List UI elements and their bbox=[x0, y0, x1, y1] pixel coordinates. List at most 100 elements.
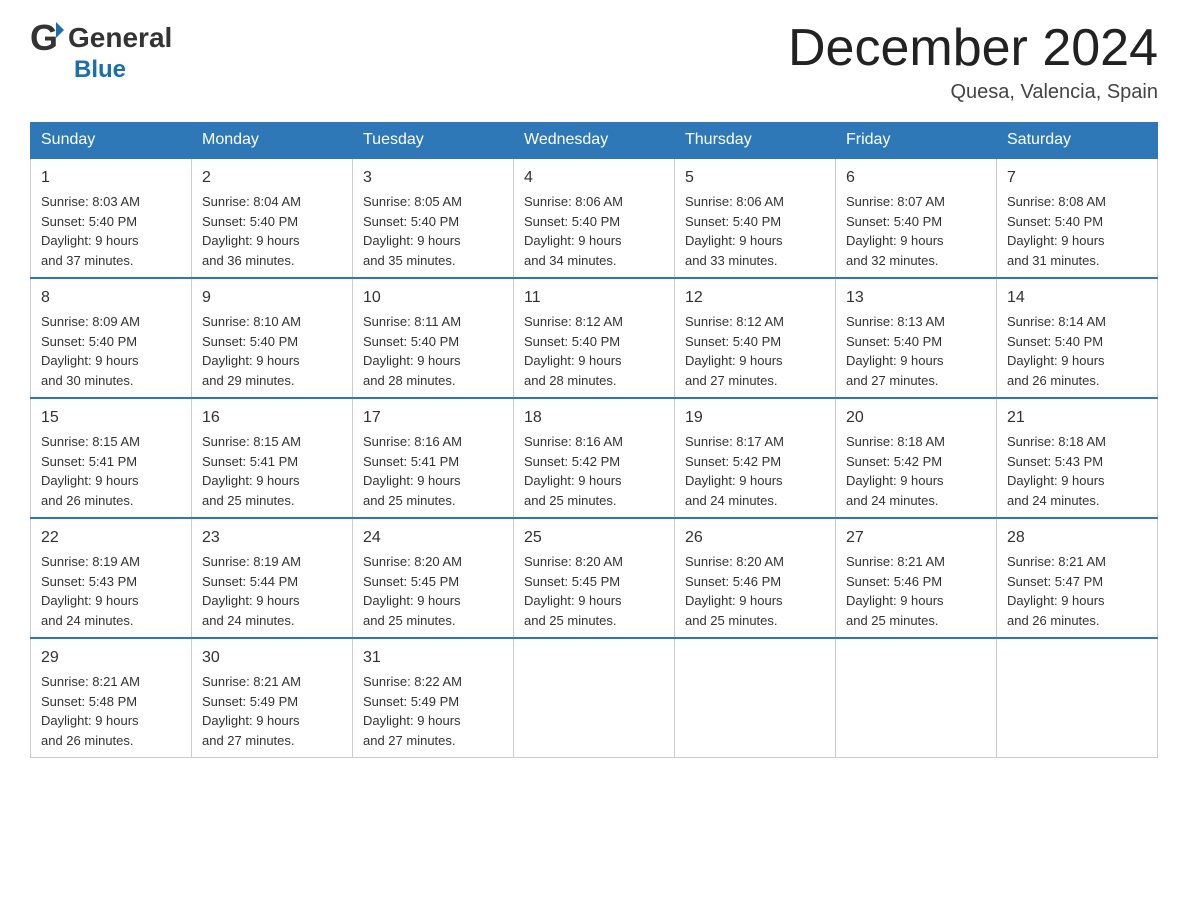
day-number: 22 bbox=[41, 526, 181, 550]
day-info-line: Sunset: 5:42 PM bbox=[685, 452, 825, 472]
day-info-line: Sunset: 5:43 PM bbox=[1007, 452, 1147, 472]
day-cell-3: 3Sunrise: 8:05 AMSunset: 5:40 PMDaylight… bbox=[353, 158, 514, 278]
day-cell-13: 13Sunrise: 8:13 AMSunset: 5:40 PMDayligh… bbox=[836, 278, 997, 398]
day-info-line: Daylight: 9 hours bbox=[41, 471, 181, 491]
day-info-line: Sunrise: 8:05 AM bbox=[363, 192, 503, 212]
day-number: 5 bbox=[685, 166, 825, 190]
day-info-line: and 24 minutes. bbox=[1007, 491, 1147, 511]
day-info-line: Sunset: 5:43 PM bbox=[41, 572, 181, 592]
day-cell-4: 4Sunrise: 8:06 AMSunset: 5:40 PMDaylight… bbox=[514, 158, 675, 278]
day-cell-10: 10Sunrise: 8:11 AMSunset: 5:40 PMDayligh… bbox=[353, 278, 514, 398]
day-info-line: Sunset: 5:40 PM bbox=[1007, 332, 1147, 352]
header-cell-thursday: Thursday bbox=[675, 123, 836, 159]
day-info-line: Sunrise: 8:12 AM bbox=[685, 312, 825, 332]
empty-cell bbox=[997, 638, 1158, 758]
day-cell-7: 7Sunrise: 8:08 AMSunset: 5:40 PMDaylight… bbox=[997, 158, 1158, 278]
week-row-3: 15Sunrise: 8:15 AMSunset: 5:41 PMDayligh… bbox=[31, 398, 1158, 518]
day-info-line: Daylight: 9 hours bbox=[202, 471, 342, 491]
day-info-line: and 25 minutes. bbox=[846, 611, 986, 631]
day-info-line: and 27 minutes. bbox=[685, 371, 825, 391]
day-number: 9 bbox=[202, 286, 342, 310]
day-info-line: Sunrise: 8:21 AM bbox=[202, 672, 342, 692]
day-number: 2 bbox=[202, 166, 342, 190]
day-info-line: Sunset: 5:41 PM bbox=[41, 452, 181, 472]
day-number: 19 bbox=[685, 406, 825, 430]
day-cell-19: 19Sunrise: 8:17 AMSunset: 5:42 PMDayligh… bbox=[675, 398, 836, 518]
day-info-line: Sunrise: 8:18 AM bbox=[1007, 432, 1147, 452]
day-number: 24 bbox=[363, 526, 503, 550]
day-info-line: Sunrise: 8:21 AM bbox=[41, 672, 181, 692]
day-info-line: Daylight: 9 hours bbox=[41, 231, 181, 251]
logo-triangle-icon bbox=[56, 22, 64, 38]
header-cell-saturday: Saturday bbox=[997, 123, 1158, 159]
day-info-line: Daylight: 9 hours bbox=[846, 591, 986, 611]
day-info-line: and 27 minutes. bbox=[363, 731, 503, 751]
day-cell-11: 11Sunrise: 8:12 AMSunset: 5:40 PMDayligh… bbox=[514, 278, 675, 398]
day-cell-28: 28Sunrise: 8:21 AMSunset: 5:47 PMDayligh… bbox=[997, 518, 1158, 638]
day-info-line: Sunset: 5:49 PM bbox=[202, 692, 342, 712]
day-info-line: Sunrise: 8:20 AM bbox=[524, 552, 664, 572]
day-info-line: Sunset: 5:41 PM bbox=[363, 452, 503, 472]
day-info-line: Daylight: 9 hours bbox=[363, 591, 503, 611]
day-cell-20: 20Sunrise: 8:18 AMSunset: 5:42 PMDayligh… bbox=[836, 398, 997, 518]
day-info-line: and 35 minutes. bbox=[363, 251, 503, 271]
day-info-line: and 33 minutes. bbox=[685, 251, 825, 271]
day-number: 8 bbox=[41, 286, 181, 310]
day-info-line: Sunset: 5:40 PM bbox=[846, 212, 986, 232]
day-info-line: and 27 minutes. bbox=[202, 731, 342, 751]
day-info-line: Sunset: 5:49 PM bbox=[363, 692, 503, 712]
day-info-line: Sunrise: 8:07 AM bbox=[846, 192, 986, 212]
day-info-line: Daylight: 9 hours bbox=[524, 471, 664, 491]
day-cell-18: 18Sunrise: 8:16 AMSunset: 5:42 PMDayligh… bbox=[514, 398, 675, 518]
day-info-line: Daylight: 9 hours bbox=[846, 231, 986, 251]
day-number: 28 bbox=[1007, 526, 1147, 550]
day-info-line: Sunrise: 8:08 AM bbox=[1007, 192, 1147, 212]
calendar-header: SundayMondayTuesdayWednesdayThursdayFrid… bbox=[31, 123, 1158, 159]
day-info-line: Sunrise: 8:17 AM bbox=[685, 432, 825, 452]
empty-cell bbox=[514, 638, 675, 758]
day-number: 20 bbox=[846, 406, 986, 430]
empty-cell bbox=[675, 638, 836, 758]
day-info-line: Daylight: 9 hours bbox=[202, 591, 342, 611]
day-cell-21: 21Sunrise: 8:18 AMSunset: 5:43 PMDayligh… bbox=[997, 398, 1158, 518]
day-info-line: Sunset: 5:44 PM bbox=[202, 572, 342, 592]
day-cell-8: 8Sunrise: 8:09 AMSunset: 5:40 PMDaylight… bbox=[31, 278, 192, 398]
day-number: 10 bbox=[363, 286, 503, 310]
day-info-line: Sunrise: 8:04 AM bbox=[202, 192, 342, 212]
day-number: 6 bbox=[846, 166, 986, 190]
day-number: 27 bbox=[846, 526, 986, 550]
day-info-line: Sunrise: 8:15 AM bbox=[41, 432, 181, 452]
header-cell-wednesday: Wednesday bbox=[514, 123, 675, 159]
day-info-line: Sunrise: 8:18 AM bbox=[846, 432, 986, 452]
header-cell-monday: Monday bbox=[192, 123, 353, 159]
week-row-5: 29Sunrise: 8:21 AMSunset: 5:48 PMDayligh… bbox=[31, 638, 1158, 758]
day-info-line: and 26 minutes. bbox=[1007, 611, 1147, 631]
day-info-line: Sunrise: 8:20 AM bbox=[685, 552, 825, 572]
day-info-line: Sunrise: 8:13 AM bbox=[846, 312, 986, 332]
day-cell-2: 2Sunrise: 8:04 AMSunset: 5:40 PMDaylight… bbox=[192, 158, 353, 278]
day-info-line: Sunset: 5:45 PM bbox=[363, 572, 503, 592]
day-info-line: and 37 minutes. bbox=[41, 251, 181, 271]
day-info-line: Sunrise: 8:21 AM bbox=[1007, 552, 1147, 572]
day-info-line: Daylight: 9 hours bbox=[685, 231, 825, 251]
day-cell-26: 26Sunrise: 8:20 AMSunset: 5:46 PMDayligh… bbox=[675, 518, 836, 638]
day-info-line: Sunrise: 8:19 AM bbox=[41, 552, 181, 572]
day-info-line: and 32 minutes. bbox=[846, 251, 986, 271]
day-cell-6: 6Sunrise: 8:07 AMSunset: 5:40 PMDaylight… bbox=[836, 158, 997, 278]
header-cell-tuesday: Tuesday bbox=[353, 123, 514, 159]
day-info-line: Daylight: 9 hours bbox=[363, 711, 503, 731]
day-info-line: Sunset: 5:40 PM bbox=[846, 332, 986, 352]
day-info-line: Daylight: 9 hours bbox=[524, 351, 664, 371]
week-row-2: 8Sunrise: 8:09 AMSunset: 5:40 PMDaylight… bbox=[31, 278, 1158, 398]
day-info-line: Daylight: 9 hours bbox=[1007, 471, 1147, 491]
day-info-line: Sunrise: 8:10 AM bbox=[202, 312, 342, 332]
day-info-line: and 25 minutes. bbox=[363, 611, 503, 631]
day-cell-15: 15Sunrise: 8:15 AMSunset: 5:41 PMDayligh… bbox=[31, 398, 192, 518]
day-number: 23 bbox=[202, 526, 342, 550]
day-cell-16: 16Sunrise: 8:15 AMSunset: 5:41 PMDayligh… bbox=[192, 398, 353, 518]
day-info-line: and 34 minutes. bbox=[524, 251, 664, 271]
day-number: 18 bbox=[524, 406, 664, 430]
day-cell-17: 17Sunrise: 8:16 AMSunset: 5:41 PMDayligh… bbox=[353, 398, 514, 518]
header-cell-sunday: Sunday bbox=[31, 123, 192, 159]
day-number: 17 bbox=[363, 406, 503, 430]
